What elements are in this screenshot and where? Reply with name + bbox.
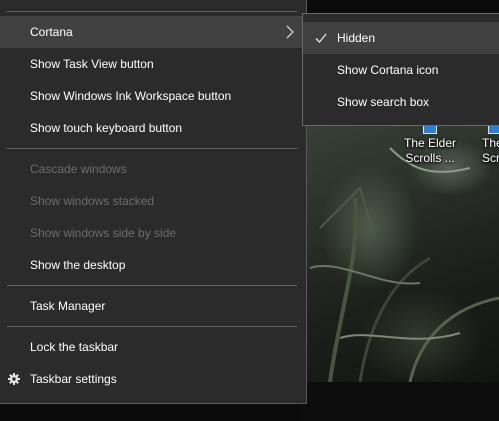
taskbar-strip (300, 382, 499, 421)
shortcut-label-line1: The (482, 136, 499, 150)
shortcut-label-line2: Scrolls ... (405, 151, 455, 165)
menu-item-label: Task Manager (30, 299, 106, 313)
submenu-item-show-cortana-icon[interactable]: Show Cortana icon (303, 54, 499, 86)
menu-separator (7, 285, 297, 286)
menu-item-task-manager[interactable]: Task Manager (0, 290, 306, 322)
menu-separator (7, 326, 297, 327)
menu-item-windows-side-by-side: Show windows side by side (0, 217, 306, 249)
menu-item-label: Show windows stacked (30, 194, 155, 208)
shortcut-label-line1: The Elder (403, 136, 457, 150)
menu-item-lock-taskbar[interactable]: Lock the taskbar (0, 331, 306, 363)
cortana-submenu: Hidden Show Cortana icon Show search box (302, 13, 499, 126)
submenu-item-label: Hidden (337, 31, 376, 45)
submenu-item-hidden[interactable]: Hidden (303, 22, 499, 54)
menu-item-label: Show Task View button (30, 57, 154, 71)
menu-item-show-touch-keyboard[interactable]: Show touch keyboard button (0, 112, 306, 144)
menu-item-show-desktop[interactable]: Show the desktop (0, 249, 306, 281)
menu-item-windows-stacked: Show windows stacked (0, 185, 306, 217)
menu-separator (7, 11, 297, 12)
desktop-shortcut-elder-scrolls[interactable]: The Elder Scrolls ... (400, 120, 460, 166)
menu-item-show-task-view[interactable]: Show Task View button (0, 48, 306, 80)
submenu-item-label: Show search box (337, 95, 430, 109)
desktop-shortcut-2[interactable]: The Scr (476, 120, 499, 166)
menu-item-label: Show touch keyboard button (30, 121, 183, 135)
menu-item-label: Cascade windows (30, 162, 127, 176)
checkmark-icon (315, 33, 327, 43)
menu-item-label: Lock the taskbar (30, 340, 119, 354)
menu-item-label: Show windows side by side (30, 226, 177, 240)
submenu-item-show-search-box[interactable]: Show search box (303, 86, 499, 118)
chevron-right-icon (286, 25, 294, 39)
menu-item-label: Cortana (30, 25, 73, 39)
menu-item-label: Show Windows Ink Workspace button (30, 89, 232, 103)
menu-separator (7, 148, 297, 149)
gear-icon (8, 373, 20, 385)
submenu-item-label: Show Cortana icon (337, 63, 439, 77)
menu-item-show-ink-workspace[interactable]: Show Windows Ink Workspace button (0, 80, 306, 112)
menu-item-cascade-windows: Cascade windows (0, 153, 306, 185)
menu-item-label: Taskbar settings (30, 372, 117, 386)
menu-item-cortana[interactable]: Cortana (0, 16, 306, 48)
screen: The Elder Scrolls ... The Scr Cortana Sh… (0, 0, 499, 421)
taskbar-context-menu: Cortana Show Task View button Show Windo… (0, 0, 307, 404)
shortcut-label-line2: Scr (482, 151, 499, 165)
menu-item-label: Show the desktop (30, 258, 126, 272)
menu-item-taskbar-settings[interactable]: Taskbar settings (0, 363, 306, 395)
